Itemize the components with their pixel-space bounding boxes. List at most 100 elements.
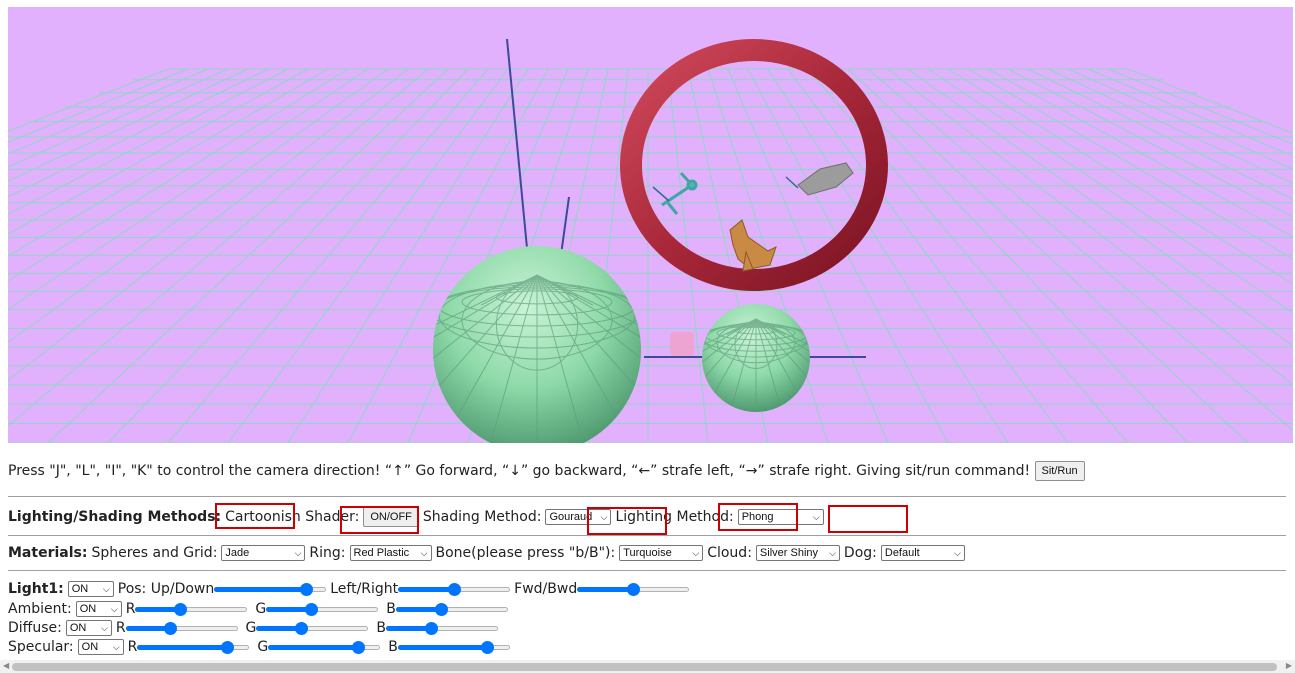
bone-material-value: Turquoise bbox=[623, 547, 672, 559]
sit-run-button[interactable]: Sit/Run bbox=[1034, 461, 1085, 481]
overlay-icon bbox=[670, 332, 694, 356]
chevron-down-icon: ⌵ bbox=[692, 548, 700, 558]
spheres-label: Spheres and Grid: bbox=[91, 545, 218, 561]
grid-line bbox=[8, 68, 189, 143]
specular-row: Specular: ON ⌵ R G B bbox=[8, 638, 510, 656]
g-label: G bbox=[257, 639, 269, 655]
ambient-row: Ambient: ON ⌵ R G B bbox=[8, 600, 508, 618]
webgl-canvas[interactable] bbox=[8, 7, 1293, 443]
pos-leftright-slider[interactable] bbox=[398, 581, 511, 597]
ambient-label: Ambient: bbox=[8, 601, 72, 617]
separator bbox=[8, 570, 1286, 571]
ring-material-select[interactable]: Red Plastic ⌵ bbox=[349, 545, 432, 561]
chevron-down-icon: ⌵ bbox=[954, 548, 961, 558]
grid-line bbox=[807, 68, 1129, 443]
grid-line bbox=[47, 68, 449, 443]
instructions: Press "J", "L", "I", "K" to control the … bbox=[8, 461, 1085, 481]
b-label: B bbox=[386, 601, 396, 617]
annotation-box bbox=[340, 506, 419, 534]
separator bbox=[8, 535, 1286, 536]
horizontal-scrollbar[interactable]: ◀ ▶ bbox=[0, 660, 1295, 673]
ambient-r-slider[interactable] bbox=[135, 601, 248, 617]
ring-material-value: Red Plastic bbox=[353, 547, 410, 559]
light1-heading: Light1: bbox=[8, 581, 64, 597]
dog-material-value: Default bbox=[884, 547, 920, 559]
g-label: G bbox=[255, 601, 267, 617]
materials-row: Materials: Spheres and Grid: Jade ⌵ Ring:… bbox=[8, 544, 965, 562]
diffuse-state-select[interactable]: ON ⌵ bbox=[65, 620, 112, 636]
annotation-box bbox=[215, 503, 295, 529]
instructions-text: Press "J", "L", "I", "K" to control the … bbox=[8, 463, 1031, 479]
grid-line bbox=[1007, 68, 1293, 218]
dog-label: Dog: bbox=[843, 545, 877, 561]
light1-state-select[interactable]: ON ⌵ bbox=[67, 581, 114, 597]
cloud-material-select[interactable]: Silver Shiny ⌵ bbox=[755, 545, 840, 561]
grid-line bbox=[907, 68, 1293, 347]
grid-line bbox=[107, 68, 469, 443]
materials-heading: Materials: bbox=[8, 545, 88, 561]
chevron-down-icon: ⌵ bbox=[100, 623, 108, 633]
diffuse-r-slider[interactable] bbox=[125, 620, 238, 636]
cloud-label: Cloud: bbox=[707, 545, 752, 561]
scroll-right-icon[interactable]: ▶ bbox=[1286, 661, 1292, 670]
annotation-box bbox=[718, 503, 798, 531]
chevron-down-icon: ⌵ bbox=[829, 548, 836, 558]
shading-label: Shading Method: bbox=[422, 509, 542, 525]
scroll-left-icon[interactable]: ◀ bbox=[3, 661, 9, 670]
spheres-material-select[interactable]: Jade ⌵ bbox=[221, 545, 306, 561]
grid-line bbox=[1067, 68, 1293, 170]
r-label: R bbox=[125, 601, 136, 617]
specular-g-slider[interactable] bbox=[268, 639, 381, 655]
g-label: G bbox=[245, 620, 257, 636]
grid-line bbox=[8, 68, 369, 311]
leftright-label: Left/Right bbox=[330, 581, 399, 597]
fwdbwd-label: Fwd/Bwd bbox=[514, 581, 578, 597]
r-label: R bbox=[127, 639, 138, 655]
ambient-state-value: ON bbox=[79, 603, 97, 615]
diffuse-g-slider[interactable] bbox=[256, 620, 369, 636]
grid-line bbox=[967, 68, 1293, 260]
ambient-b-slider[interactable] bbox=[395, 601, 508, 617]
grid-line bbox=[1047, 68, 1293, 185]
shading-method-value: Gouraud bbox=[549, 511, 593, 523]
dog bbox=[729, 219, 777, 272]
pos-fwdbwd-slider[interactable] bbox=[577, 581, 690, 597]
bone-material-select[interactable]: Turquoise ⌵ bbox=[619, 545, 704, 561]
specular-state-value: ON bbox=[81, 641, 99, 653]
specular-b-slider[interactable] bbox=[397, 639, 510, 655]
chevron-down-icon: ⌵ bbox=[812, 512, 820, 522]
diffuse-b-slider[interactable] bbox=[386, 620, 499, 636]
dog-material-select[interactable]: Default ⌵ bbox=[880, 545, 965, 561]
grid-line bbox=[847, 68, 1249, 443]
grid-line bbox=[8, 68, 389, 343]
grid-line bbox=[8, 68, 349, 282]
specular-r-slider[interactable] bbox=[137, 639, 250, 655]
annotation-box bbox=[587, 507, 667, 535]
separator bbox=[8, 496, 1286, 497]
grid-line bbox=[767, 68, 1009, 443]
light1-state-value: ON bbox=[71, 583, 89, 595]
cloud-material-value: Silver Shiny bbox=[759, 547, 818, 559]
grid-line bbox=[8, 68, 309, 235]
pos-updown-slider[interactable] bbox=[214, 581, 327, 597]
scrollbar-thumb[interactable] bbox=[12, 663, 1277, 671]
ambient-state-select[interactable]: ON ⌵ bbox=[75, 601, 122, 617]
grid-line bbox=[1087, 68, 1293, 157]
cloud bbox=[785, 162, 854, 196]
grid-line bbox=[827, 68, 1189, 443]
grid-line bbox=[1027, 68, 1293, 200]
specular-label: Specular: bbox=[8, 639, 74, 655]
chevron-down-icon: ⌵ bbox=[102, 584, 110, 594]
grid-line bbox=[8, 68, 429, 427]
chevron-down-icon: ⌵ bbox=[420, 548, 428, 558]
light1-row: Light1: ON ⌵ Pos: Up/Down Left/Right Fwd/… bbox=[8, 580, 690, 598]
grid-line bbox=[8, 68, 269, 198]
chevron-down-icon: ⌵ bbox=[112, 642, 120, 652]
scene-render bbox=[8, 38, 1293, 443]
spheres-material-value: Jade bbox=[225, 547, 250, 559]
ambient-g-slider[interactable] bbox=[266, 601, 379, 617]
diffuse-state-value: ON bbox=[69, 622, 87, 634]
specular-state-select[interactable]: ON ⌵ bbox=[77, 639, 124, 655]
grid-line bbox=[1107, 68, 1293, 145]
lighting-heading: Lighting/Shading Methods: bbox=[8, 509, 222, 525]
